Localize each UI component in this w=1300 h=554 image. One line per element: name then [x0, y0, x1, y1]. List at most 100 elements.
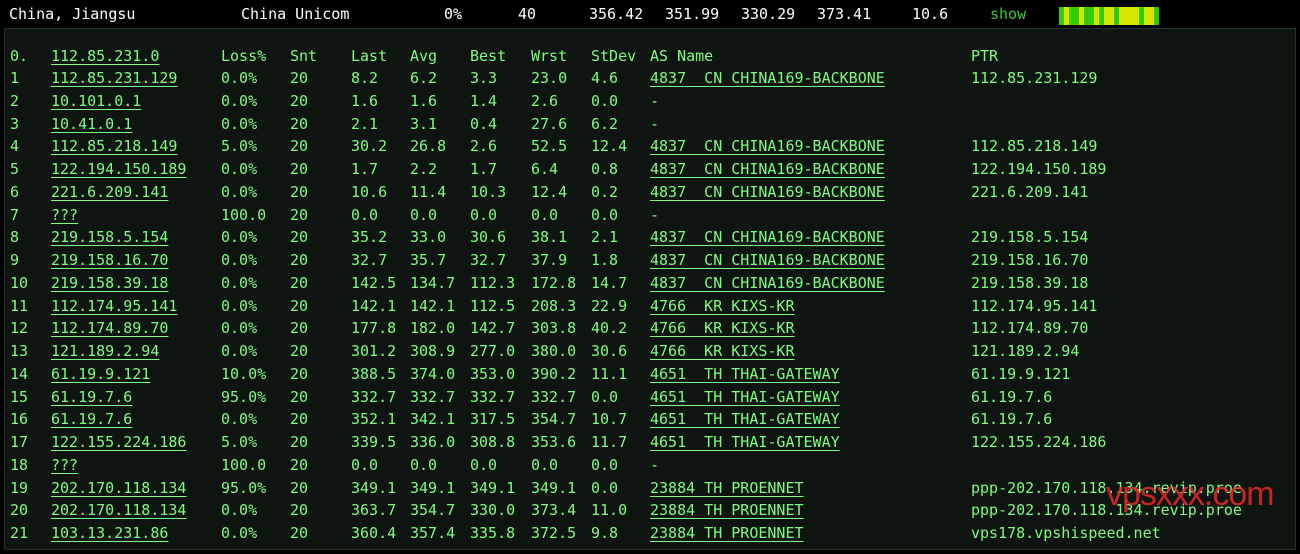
header-loss: Loss%	[221, 47, 267, 65]
latency-history-bar	[1059, 7, 1159, 25]
header-best: Best	[470, 47, 507, 65]
show-link[interactable]: show	[990, 5, 1026, 23]
hop-sent: 20	[290, 455, 309, 474]
summary-avg: 351.99	[665, 5, 720, 23]
hop-as-name[interactable]: 4837 CN CHINA169-BACKBONE	[650, 226, 885, 248]
summary-worst: 373.41	[817, 5, 872, 23]
hop-number: 7	[10, 205, 20, 224]
hop-host-link[interactable]: ???	[51, 204, 78, 226]
table-row: 11 112.174.95.141 0.0% 20 142.1 142.1 112.5 208…	[5, 295, 1295, 317]
hop-last: 301.2	[351, 342, 397, 360]
hop-as-name[interactable]: 4651 TH THAI-GATEWAY	[650, 386, 840, 408]
hop-last: 10.6	[351, 182, 388, 201]
hop-ptr: 112.174.89.70	[971, 319, 1089, 338]
hop-as-name[interactable]: 23884 TH PROENNET	[650, 499, 804, 521]
hop-as-name[interactable]: 4837 CN CHINA169-BACKBONE	[650, 272, 885, 294]
hop-ptr: 122.155.224.186	[971, 433, 1107, 451]
hop-as-name[interactable]: 4837 CN CHINA169-BACKBONE	[650, 181, 885, 203]
hop-host-link[interactable]: 10.41.0.1	[51, 113, 132, 135]
hop-host-link[interactable]: 103.13.231.86	[51, 522, 168, 544]
hop-as-name: -	[650, 114, 660, 133]
hop-avg: 308.9	[410, 342, 456, 360]
hop-best: 317.5	[470, 410, 516, 429]
table-row: 5 122.194.150.189 0.0% 20 1.7 2.2 1.7 6.4 0.8 483…	[5, 158, 1295, 180]
hop-ptr: 112.85.218.149	[971, 137, 1098, 156]
hop-last: 2.1	[351, 114, 379, 133]
hop-stdev: 10.7	[591, 410, 628, 429]
hop-as-name[interactable]: 23884 TH PROENNET	[650, 477, 804, 499]
hop-as-name[interactable]: 4766 KR KIXS-KR	[650, 317, 795, 339]
hop-host-link[interactable]: 112.174.89.70	[51, 317, 168, 339]
hop-host-link[interactable]: 10.101.0.1	[51, 90, 141, 112]
hop-sent: 20	[290, 205, 309, 224]
hop-as-name[interactable]: 23884 TH PROENNET	[650, 522, 804, 544]
hop-host-link[interactable]: 61.19.9.121	[51, 363, 150, 385]
hop-loss: 0.0%	[221, 501, 258, 520]
hop-best: 0.4	[470, 114, 498, 133]
hop-avg: 374.0	[410, 364, 456, 383]
hop-as-name[interactable]: 4651 TH THAI-GATEWAY	[650, 408, 840, 430]
hop-loss: 0.0%	[221, 91, 258, 110]
hop-avg: 33.0	[410, 228, 447, 247]
summary-stdev: 10.6	[912, 5, 949, 23]
hop-ptr: 112.174.95.141	[971, 296, 1098, 315]
hop-number: 18	[10, 455, 29, 474]
hop-host-link[interactable]: 112.174.95.141	[51, 295, 177, 317]
hop-last: 339.5	[351, 433, 397, 451]
hop-host-link[interactable]: 112.85.231.129	[51, 67, 177, 89]
header-avg: Avg	[410, 47, 438, 65]
hop-sent: 20	[290, 114, 309, 133]
table-row: 13 121.189.2.94 0.0% 20 301.2 308.9 277.0 380.0…	[5, 340, 1295, 362]
hop-stdev: 2.1	[591, 228, 619, 247]
table-header: 0. 112.85.231.0 Loss% Snt Last Avg Best …	[5, 45, 1295, 67]
hop-as-name[interactable]: 4837 CN CHINA169-BACKBONE	[650, 135, 885, 157]
hop-worst: 23.0	[531, 69, 568, 87]
hop-as-name[interactable]: 4837 CN CHINA169-BACKBONE	[650, 249, 885, 271]
hop-number: 16	[10, 410, 29, 429]
header-no: 0.	[10, 47, 29, 65]
hop-sent: 20	[290, 160, 309, 178]
hop-host-link[interactable]: 202.170.118.134	[51, 499, 186, 521]
history-segment	[1154, 7, 1159, 25]
hop-host-link[interactable]: 219.158.16.70	[51, 249, 168, 271]
hop-loss: 0.0%	[221, 273, 258, 292]
hop-last: 142.1	[351, 296, 397, 315]
hop-as-name[interactable]: 4837 CN CHINA169-BACKBONE	[650, 67, 885, 89]
hop-as-name[interactable]: 4766 KR KIXS-KR	[650, 295, 795, 317]
hop-as-name[interactable]: 4766 KR KIXS-KR	[650, 340, 795, 362]
table-row: 10 219.158.39.18 0.0% 20 142.5 134.7 112.3 172.…	[5, 272, 1295, 294]
hop-last: 0.0	[351, 205, 379, 224]
hop-as-name[interactable]: 4837 CN CHINA169-BACKBONE	[650, 158, 885, 180]
hop-host-link[interactable]: 221.6.209.141	[51, 181, 168, 203]
table-row: 3 10.41.0.1 0.0% 20 2.1 3.1 0.4 27.6 6.2 -	[5, 113, 1295, 135]
hop-host-link[interactable]: 121.189.2.94	[51, 340, 159, 362]
hop-host-link[interactable]: 202.170.118.134	[51, 477, 186, 499]
hop-stdev: 40.2	[591, 319, 628, 338]
hop-host-link[interactable]: 219.158.5.154	[51, 226, 168, 248]
hop-avg: 3.1	[410, 114, 438, 133]
hop-avg: 354.7	[410, 501, 456, 520]
hop-stdev: 11.1	[591, 364, 628, 383]
hop-number: 4	[10, 137, 20, 156]
hop-avg: 35.7	[410, 251, 447, 269]
hop-host-link[interactable]: ???	[51, 454, 78, 476]
hop-avg: 336.0	[410, 433, 456, 451]
hop-loss: 10.0%	[221, 364, 267, 383]
hop-number: 3	[10, 114, 20, 133]
hop-as-name[interactable]: 4651 TH THAI-GATEWAY	[650, 363, 840, 385]
hop-host-link[interactable]: 61.19.7.6	[51, 386, 132, 408]
hop-host-link[interactable]: 122.194.150.189	[51, 158, 186, 180]
hop-host-link[interactable]: 219.158.39.18	[51, 272, 168, 294]
hop-host-link[interactable]: 122.155.224.186	[51, 431, 186, 453]
hop-stdev: 0.2	[591, 182, 619, 201]
hop-stdev: 11.0	[591, 501, 628, 520]
hop-best: 3.3	[470, 69, 498, 87]
table-row: 12 112.174.89.70 0.0% 20 177.8 182.0 142.7 303.…	[5, 317, 1295, 339]
hop-as-name[interactable]: 4651 TH THAI-GATEWAY	[650, 431, 840, 453]
hop-host-link[interactable]: 61.19.7.6	[51, 408, 132, 430]
hop-ptr: 121.189.2.94	[971, 342, 1080, 360]
header-target-host[interactable]: 112.85.231.0	[51, 45, 159, 67]
hop-avg: 342.1	[410, 410, 456, 429]
table-row: 19 202.170.118.134 95.0% 20 349.1 349.1 349.1 3…	[5, 477, 1295, 499]
hop-host-link[interactable]: 112.85.218.149	[51, 135, 177, 157]
